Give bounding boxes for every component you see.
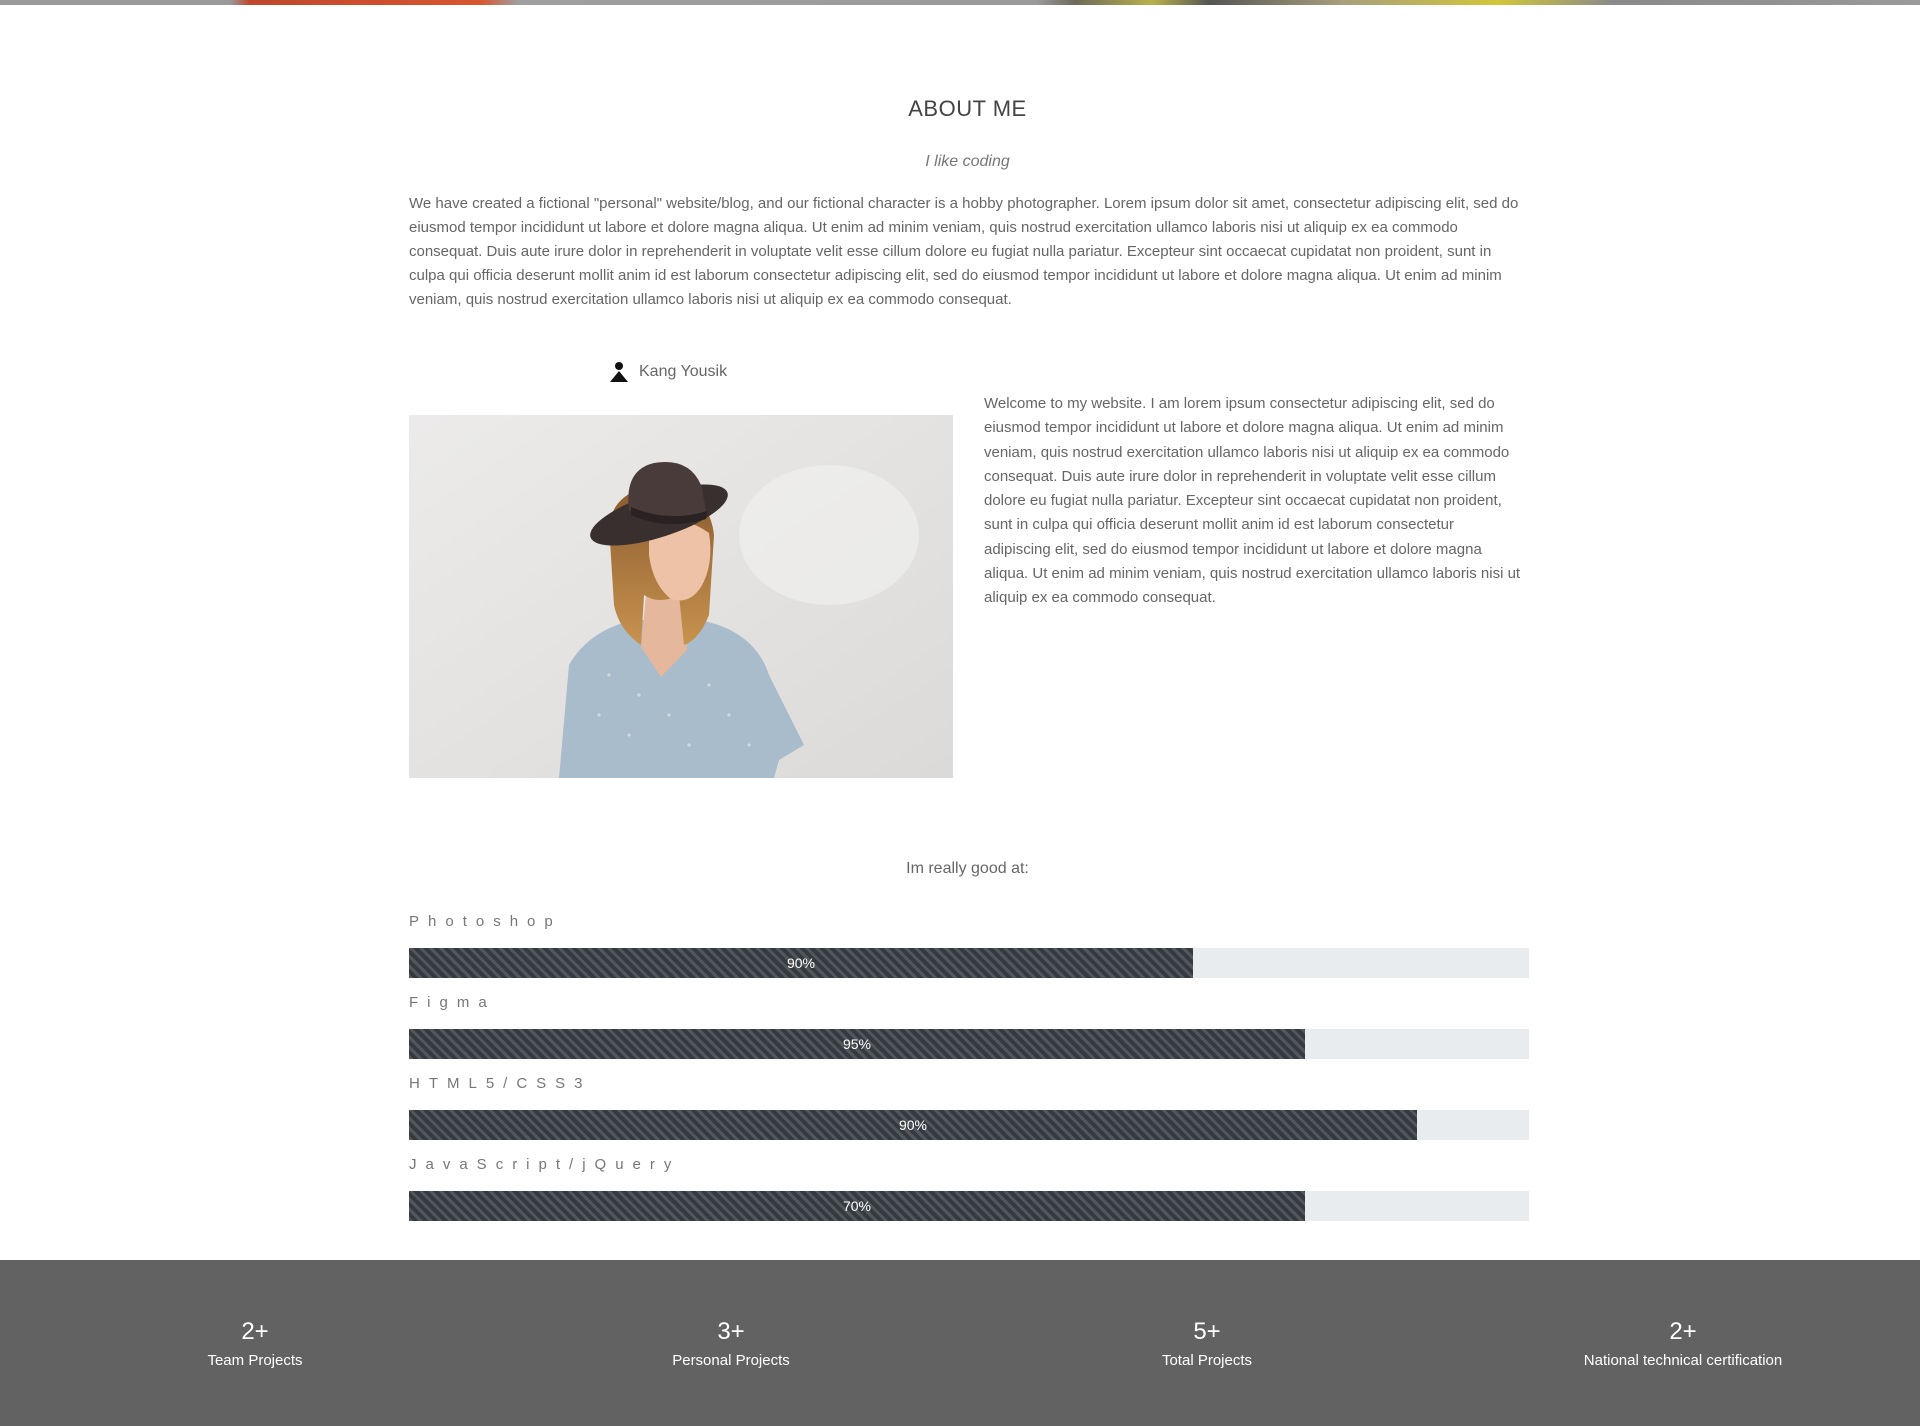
person-icon <box>609 361 629 383</box>
tagline: I like coding <box>925 153 1010 170</box>
intro-paragraph: We have created a fictional "personal" w… <box>409 195 1519 308</box>
stat-item: 5+ Total Projects <box>969 1317 1445 1373</box>
skill-bar-track: 70% <box>409 1191 1529 1221</box>
stat-label: Personal Projects <box>672 1352 790 1369</box>
skill-bar-fill: 95% <box>409 1029 1305 1059</box>
stat-item: 2+ Team Projects <box>17 1317 493 1373</box>
stat-item: 3+ Personal Projects <box>493 1317 969 1373</box>
skill-label: JavaScript/jQuery <box>409 1156 681 1173</box>
skill-bar-fill: 90% <box>409 948 1193 978</box>
skill-label: HTML5/CSS3 <box>409 1075 592 1092</box>
profile-photo <box>409 415 953 778</box>
author-caption: Kang Yousik <box>609 357 727 387</box>
skills-heading: Im really good at: <box>906 860 1029 877</box>
stat-value: 5+ <box>1193 1318 1221 1345</box>
skill-label: Figma <box>409 994 496 1011</box>
skill-label: Photoshop <box>409 913 562 930</box>
stats-band: 2+ Team Projects 3+ Personal Projects 5+… <box>0 1260 1920 1426</box>
skill-bar-fill: 70% <box>409 1191 1305 1221</box>
stat-value: 2+ <box>1669 1318 1697 1345</box>
skill-bar-track: 95% <box>409 1029 1529 1059</box>
stat-value: 2+ <box>241 1318 269 1345</box>
stat-value: 3+ <box>717 1318 745 1345</box>
stat-label: National technical certification <box>1583 1352 1783 1369</box>
skill-bar-track: 90% <box>409 1110 1529 1140</box>
header-image-strip <box>0 0 1920 5</box>
stat-item: 2+ National technical certification <box>1445 1317 1920 1373</box>
skill-bar-fill: 90% <box>409 1110 1417 1140</box>
stat-label: Team Projects <box>207 1352 303 1369</box>
welcome-paragraph: Welcome to my website. I am lorem ipsum … <box>984 395 1521 607</box>
author-name: Kang Yousik <box>639 363 728 380</box>
section-title: ABOUT ME <box>908 96 1027 121</box>
stat-label: Total Projects <box>1161 1352 1253 1369</box>
skill-bar-track: 90% <box>409 948 1529 978</box>
